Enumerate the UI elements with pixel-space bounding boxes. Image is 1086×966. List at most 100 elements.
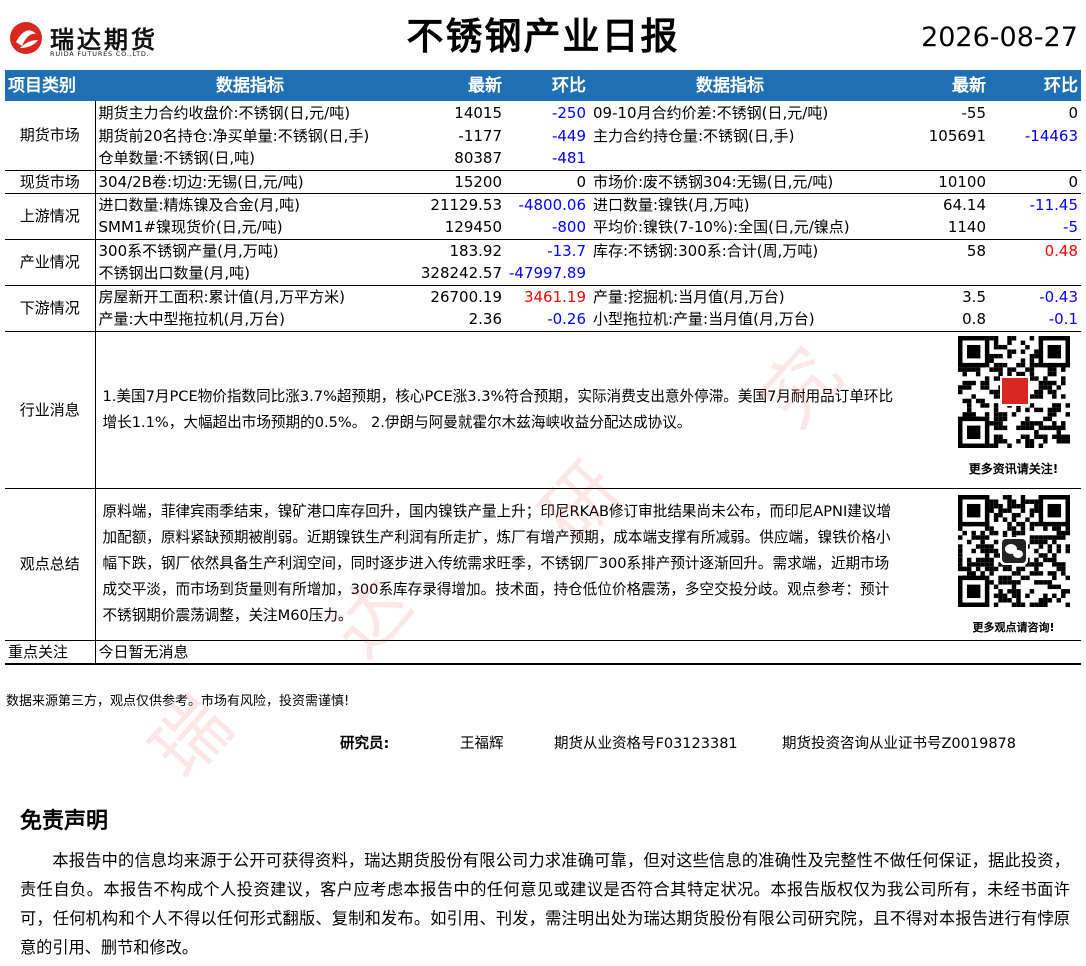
indicator-name: 304/2B卷:切边:无锡(日,元/吨) [95, 170, 405, 194]
change-value: -47997.89 [505, 262, 589, 286]
change-value [989, 262, 1081, 286]
latest-value: 183.92 [449, 241, 503, 260]
qualification-number: 期货从业资格号F03123381 [554, 736, 738, 752]
indicator-name: 仓单数量:不锈钢(日,吨) [95, 147, 405, 171]
indicator-name: 期货主力合约收盘价:不锈钢(日,元/吨) [98, 103, 351, 122]
header-indicator-2: 数据指标 [589, 70, 871, 101]
latest-value: 64.14 [943, 195, 986, 214]
latest-value: 328242.57 [405, 262, 505, 286]
header-indicator: 数据指标 [95, 70, 405, 101]
researcher-name: 王福辉 [460, 736, 504, 752]
table-row: 仓单数量:不锈钢(日,吨) 80387 -481 [5, 147, 1081, 171]
change-value: -0.43 [1039, 287, 1078, 306]
indicator-name: 进口数量:镍铁(月,万吨) [593, 195, 750, 214]
change-value [989, 147, 1081, 171]
change-value: 0 [1068, 103, 1078, 122]
latest-value: 26700.19 [430, 287, 502, 306]
qr-code-icon [957, 494, 1070, 607]
change-value: -4800.06 [518, 195, 586, 214]
change-value: -0.26 [505, 308, 589, 332]
row-category: 下游情况 [5, 285, 96, 332]
row-category: 上游情况 [5, 193, 96, 240]
data-table-wrapper: 项目类别 数据指标 最新 环比 数据指标 最新 环比 期货市场 期货主力合约收盘价… [5, 70, 1081, 665]
change-value: -800 [505, 216, 589, 240]
table-row: 上游情况 进口数量:精炼镍及合金(月,吨) 21129.53 -4800.06 进口数量… [5, 193, 1081, 240]
change-value: 0.48 [1044, 241, 1078, 260]
latest-value [871, 147, 989, 171]
latest-value: 10100 [871, 170, 989, 194]
report-date: 2026-08-27 [921, 22, 1078, 53]
table-text-sections: 行业消息 1.美国7月PCE物价指数同比涨3.7%超预期，核心PCE涨3.3%符… [5, 331, 1081, 664]
change-value: -481 [505, 147, 589, 171]
row-category: 现货市场 [5, 170, 96, 194]
latest-value: -1177 [458, 126, 502, 145]
change-value: -5 [989, 216, 1081, 240]
table-row: 不锈钢出口数量(月,吨) 328242.57 -47997.89 [5, 262, 1081, 286]
row-category: 行业消息 [5, 331, 96, 489]
row-category: 重点关注 [5, 640, 96, 664]
header-category: 项目类别 [5, 70, 95, 101]
latest-value: 58 [966, 241, 986, 260]
qr-code-icon [957, 335, 1070, 448]
indicator-name: 库存:不锈钢:300系:合计(周,万吨) [593, 241, 819, 260]
latest-value: 105691 [928, 126, 986, 145]
indicator-name: 平均价:镍铁(7-10%):全国(日,元/镍点) [589, 216, 871, 240]
table-row: 下游情况 房屋新开工面积:累计值(月,万平方米) 26700.19 3461.19 产量… [5, 285, 1081, 332]
row-category: 观点总结 [5, 488, 96, 641]
report-header: 瑞达期货 RUIDA FUTURES CO.,LTD. 不锈钢产业日报 2026… [0, 0, 1086, 66]
news-text: 1.美国7月PCE物价指数同比涨3.7%超预期，核心PCE涨3.3%符合预期，实… [102, 387, 894, 431]
indicator-name: 300系不锈钢产量(月,万吨) [98, 241, 279, 260]
table-row: 期货市场 期货主力合约收盘价:不锈钢(日,元/吨) 14015 -250 09-10月合… [5, 101, 1081, 171]
latest-value: -55 [961, 103, 987, 122]
change-value: -0.1 [989, 308, 1081, 332]
indicator-name: SMM1#镍现货价(日,元/吨) [95, 216, 405, 240]
disclaimer-title: 免责声明 [20, 809, 109, 834]
indicator-name [589, 147, 871, 171]
change-value: -250 [551, 103, 586, 122]
news-row: 行业消息 1.美国7月PCE物价指数同比涨3.7%超预期，核心PCE涨3.3%符… [5, 331, 1081, 489]
header-latest-2: 最新 [871, 70, 989, 101]
latest-value: 14015 [454, 103, 502, 122]
table-body: 期货市场 期货主力合约收盘价:不锈钢(日,元/吨) 14015 -250 09-10月合… [5, 101, 1081, 332]
indicator-name [589, 262, 871, 286]
data-source-note: 数据来源第三方，观点仅供参考。市场有风险，投资需谨慎! [6, 694, 350, 709]
table-row: 产量:大中型拖拉机(月,万台) 2.36 -0.26 小型拖拉机:产量:当月值(月,万… [5, 308, 1081, 332]
table-row: SMM1#镍现货价(日,元/吨) 129450 -800 平均价:镍铁(7-10%):… [5, 216, 1081, 240]
latest-value: 1140 [871, 216, 989, 240]
indicator-name: 房屋新开工面积:累计值(月,万平方米) [98, 287, 346, 306]
latest-value: 21129.53 [430, 195, 502, 214]
change-value: 0 [989, 170, 1081, 194]
change-value: -11.45 [1029, 195, 1078, 214]
header-change-2: 环比 [989, 70, 1081, 101]
latest-value: 129450 [405, 216, 505, 240]
row-category: 产业情况 [5, 239, 96, 286]
change-value: -14463 [1024, 126, 1078, 145]
consult-cert-number: 期货投资咨询从业证书号Z0019878 [782, 736, 1017, 752]
indicator-name: 产量:大中型拖拉机(月,万台) [95, 308, 405, 332]
header-change: 环比 [505, 70, 589, 101]
latest-value: 3.5 [962, 287, 986, 306]
indicator-table: 项目类别 数据指标 最新 环比 数据指标 最新 环比 期货市场 期货主力合约收盘价… [5, 70, 1081, 665]
focus-text: 今日暂无消息 [95, 640, 1081, 664]
latest-value [871, 262, 989, 286]
disclaimer-body: 本报告中的信息均来源于公开可获得资料，瑞达期货股份有限公司力求准确可靠，但对这些… [20, 851, 1070, 957]
row-category: 期货市场 [5, 101, 96, 171]
header-latest: 最新 [405, 70, 505, 101]
change-value: -449 [551, 126, 586, 145]
change-value: -13.7 [547, 241, 586, 260]
table-row: 现货市场 304/2B卷:切边:无锡(日,元/吨) 15200 0 市场价:废不锈钢30… [5, 170, 1081, 194]
view-row: 观点总结 原料端，菲律宾雨季结束，镍矿港口库存回升，国内镍铁产量上升；印尼RKA… [5, 488, 1081, 641]
researcher-label: 研究员: [340, 736, 390, 752]
indicator-name: 主力合约持仓量:不锈钢(日,手) [593, 126, 795, 145]
view-text: 原料端，菲律宾雨季结束，镍矿港口库存回升，国内镍铁产量上升；印尼RKAB修订审批… [102, 503, 892, 624]
indicator-name: 小型拖拉机:产量:当月值(月,万台) [589, 308, 871, 332]
latest-value: 0.8 [871, 308, 989, 332]
indicator-name: 产量:挖掘机:当月值(月,万台) [593, 287, 785, 306]
change-value: 3461.19 [523, 287, 586, 306]
wechat-icon [1001, 538, 1026, 563]
news-cell: 1.美国7月PCE物价指数同比涨3.7%超预期，核心PCE涨3.3%符合预期，实… [95, 331, 1081, 489]
table-row: 产业情况 300系不锈钢产量(月,万吨) 183.92 -13.7 库存:不锈钢:300… [5, 239, 1081, 286]
latest-value: 15200 [405, 170, 505, 194]
qr-caption-view: 更多观点请咨询! [972, 620, 1055, 634]
change-value: 0 [505, 170, 589, 194]
